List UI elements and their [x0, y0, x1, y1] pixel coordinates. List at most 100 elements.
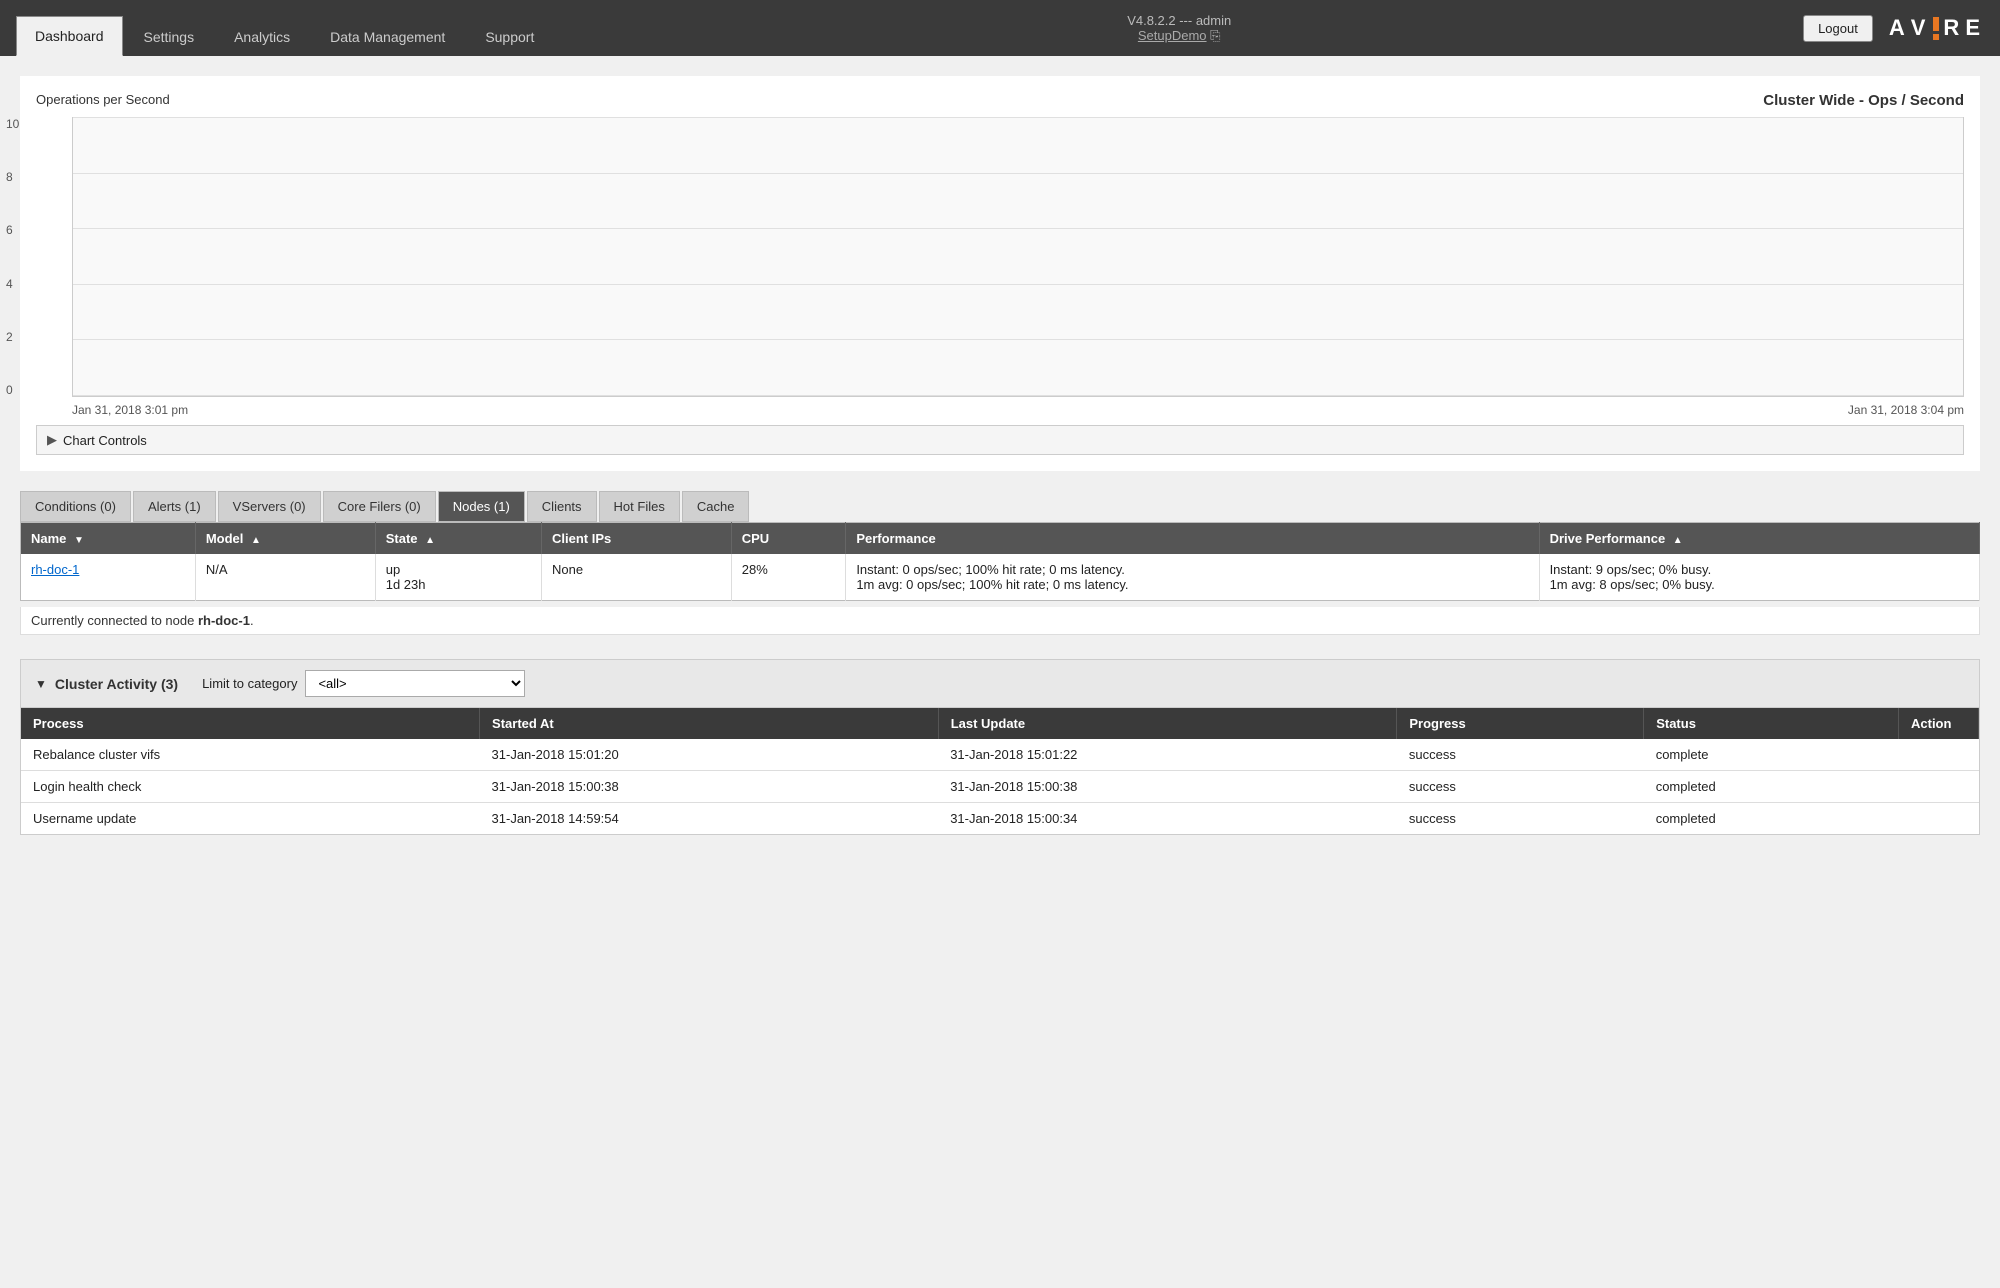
header: DashboardSettingsAnalyticsData Managemen… — [0, 0, 2000, 56]
collapse-icon[interactable]: ▼ — [35, 677, 47, 691]
data-tab-vservers--0-[interactable]: VServers (0) — [218, 491, 321, 522]
act-cell-last_update: 31-Jan-2018 15:01:22 — [938, 739, 1397, 771]
act-cell-action — [1899, 771, 1979, 803]
logo-v: V — [1911, 15, 1930, 41]
category-select[interactable]: <all> — [305, 670, 525, 697]
setup-link[interactable]: SetupDemo — [1138, 28, 1207, 43]
act-cell-process: Rebalance cluster vifs — [21, 739, 480, 771]
list-item: Username update31-Jan-2018 14:59:5431-Ja… — [21, 803, 1979, 835]
logo: A V R E — [1889, 15, 1984, 41]
cell-performance: Instant: 0 ops/sec; 100% hit rate; 0 ms … — [846, 554, 1539, 601]
grid-line — [73, 284, 1963, 285]
y-label: 4 — [6, 277, 19, 291]
node-name-cell: rh-doc-1 — [21, 554, 196, 601]
tab-group: Conditions (0)Alerts (1)VServers (0)Core… — [20, 491, 1980, 522]
data-tab-core-filers--0-[interactable]: Core Filers (0) — [323, 491, 436, 522]
grid-line — [73, 228, 1963, 229]
act-cell-process: Login health check — [21, 771, 480, 803]
act-cell-started_at: 31-Jan-2018 14:59:54 — [480, 803, 939, 835]
logo-a: A — [1889, 15, 1909, 41]
list-item: Rebalance cluster vifs31-Jan-2018 15:01:… — [21, 739, 1979, 771]
col-state[interactable]: State ▲ — [375, 523, 541, 555]
chart-wide-title: Cluster Wide - Ops / Second — [1763, 92, 1964, 109]
main-content: Operations per Second Cluster Wide - Ops… — [0, 56, 2000, 855]
act-col-process: Process — [21, 708, 480, 739]
data-tab-conditions--0-[interactable]: Conditions (0) — [20, 491, 131, 522]
y-label: 2 — [6, 330, 19, 344]
grid-line — [73, 117, 1963, 118]
data-tab-cache[interactable]: Cache — [682, 491, 750, 522]
act-cell-status: completed — [1644, 803, 1899, 835]
cluster-activity-label: Cluster Activity (3) — [55, 676, 178, 692]
data-tab-alerts--1-[interactable]: Alerts (1) — [133, 491, 216, 522]
act-cell-started_at: 31-Jan-2018 15:01:20 — [480, 739, 939, 771]
act-cell-progress: success — [1397, 739, 1644, 771]
data-tab-clients[interactable]: Clients — [527, 491, 597, 522]
y-label: 6 — [6, 223, 19, 237]
logo-accent-icon — [1933, 17, 1939, 40]
act-cell-status: complete — [1644, 739, 1899, 771]
act-cell-started_at: 31-Jan-2018 15:00:38 — [480, 771, 939, 803]
chart-title: Operations per Second — [36, 92, 170, 107]
act-cell-action — [1899, 803, 1979, 835]
logo-r: R — [1943, 15, 1963, 41]
connected-note: Currently connected to node rh-doc-1. — [20, 607, 1980, 635]
list-item: Login health check31-Jan-2018 15:00:3831… — [21, 771, 1979, 803]
grid-line — [73, 339, 1963, 340]
chart-controls-label: Chart Controls — [63, 433, 147, 448]
cell-state: up 1d 23h — [375, 554, 541, 601]
cluster-activity-header: ▼ Cluster Activity (3) Limit to category… — [21, 660, 1979, 708]
table-row: rh-doc-1 N/Aup 1d 23hNone28%Instant: 0 op… — [21, 554, 1980, 601]
chart-controls[interactable]: ▶ Chart Controls — [36, 425, 1964, 455]
nav-tab-support[interactable]: Support — [466, 16, 553, 56]
activity-table: Process Started At Last Update Progress … — [21, 708, 1979, 834]
act-col-started: Started At — [480, 708, 939, 739]
col-model[interactable]: Model ▲ — [195, 523, 375, 555]
chart-header: Operations per Second Cluster Wide - Ops… — [36, 92, 1964, 109]
act-col-update: Last Update — [938, 708, 1397, 739]
nav-tab-settings[interactable]: Settings — [125, 16, 214, 56]
act-cell-action — [1899, 739, 1979, 771]
act-cell-last_update: 31-Jan-2018 15:00:34 — [938, 803, 1397, 835]
expand-icon: ▶ — [47, 432, 57, 448]
nav-tab-analytics[interactable]: Analytics — [215, 16, 309, 56]
cell-cpu: 28% — [731, 554, 846, 601]
col-client-ips: Client IPs — [541, 523, 731, 555]
grid-line — [73, 173, 1963, 174]
act-col-action: Action — [1899, 708, 1979, 739]
chart-section: Operations per Second Cluster Wide - Ops… — [20, 76, 1980, 471]
nav-tab-dashboard[interactable]: Dashboard — [16, 16, 123, 56]
header-center: V4.8.2.2 --- admin SetupDemo ⎘ — [555, 13, 1803, 44]
col-name[interactable]: Name ▼ — [21, 523, 196, 555]
cell-client_ips: None — [541, 554, 731, 601]
tabs-section: Conditions (0)Alerts (1)VServers (0)Core… — [20, 491, 1980, 635]
col-performance: Performance — [846, 523, 1539, 555]
limit-label: Limit to category — [202, 676, 297, 691]
col-drive-performance[interactable]: Drive Performance ▲ — [1539, 523, 1979, 555]
act-cell-progress: success — [1397, 803, 1644, 835]
data-tab-nodes--1-[interactable]: Nodes (1) — [438, 491, 525, 522]
act-col-status: Status — [1644, 708, 1899, 739]
chart-x-labels: Jan 31, 2018 3:01 pm Jan 31, 2018 3:04 p… — [36, 403, 1964, 417]
chart-x-end: Jan 31, 2018 3:04 pm — [1848, 403, 1964, 417]
data-tab-hot-files[interactable]: Hot Files — [599, 491, 680, 522]
nodes-table: Name ▼ Model ▲ State ▲ Client IPs CPU Pe… — [20, 522, 1980, 601]
y-label: 10 — [6, 117, 19, 131]
cell-model: N/A — [195, 554, 375, 601]
cluster-activity: ▼ Cluster Activity (3) Limit to category… — [20, 659, 1980, 835]
nodes-tbody: rh-doc-1 N/Aup 1d 23hNone28%Instant: 0 op… — [21, 554, 1980, 601]
chart-y-labels: 0246810 — [6, 117, 19, 397]
nav-tab-data-management[interactable]: Data Management — [311, 16, 464, 56]
y-label: 0 — [6, 383, 19, 397]
activity-tbody: Rebalance cluster vifs31-Jan-2018 15:01:… — [21, 739, 1979, 834]
act-cell-process: Username update — [21, 803, 480, 835]
version-text: V4.8.2.2 --- admin — [1127, 13, 1231, 28]
logout-button[interactable]: Logout — [1803, 15, 1873, 42]
act-cell-status: completed — [1644, 771, 1899, 803]
chart-x-start: Jan 31, 2018 3:01 pm — [72, 403, 188, 417]
cell-drive_performance: Instant: 9 ops/sec; 0% busy. 1m avg: 8 o… — [1539, 554, 1979, 601]
act-col-progress: Progress — [1397, 708, 1644, 739]
logo-e: E — [1965, 15, 1984, 41]
node-link[interactable]: rh-doc-1 — [31, 562, 79, 577]
col-cpu: CPU — [731, 523, 846, 555]
